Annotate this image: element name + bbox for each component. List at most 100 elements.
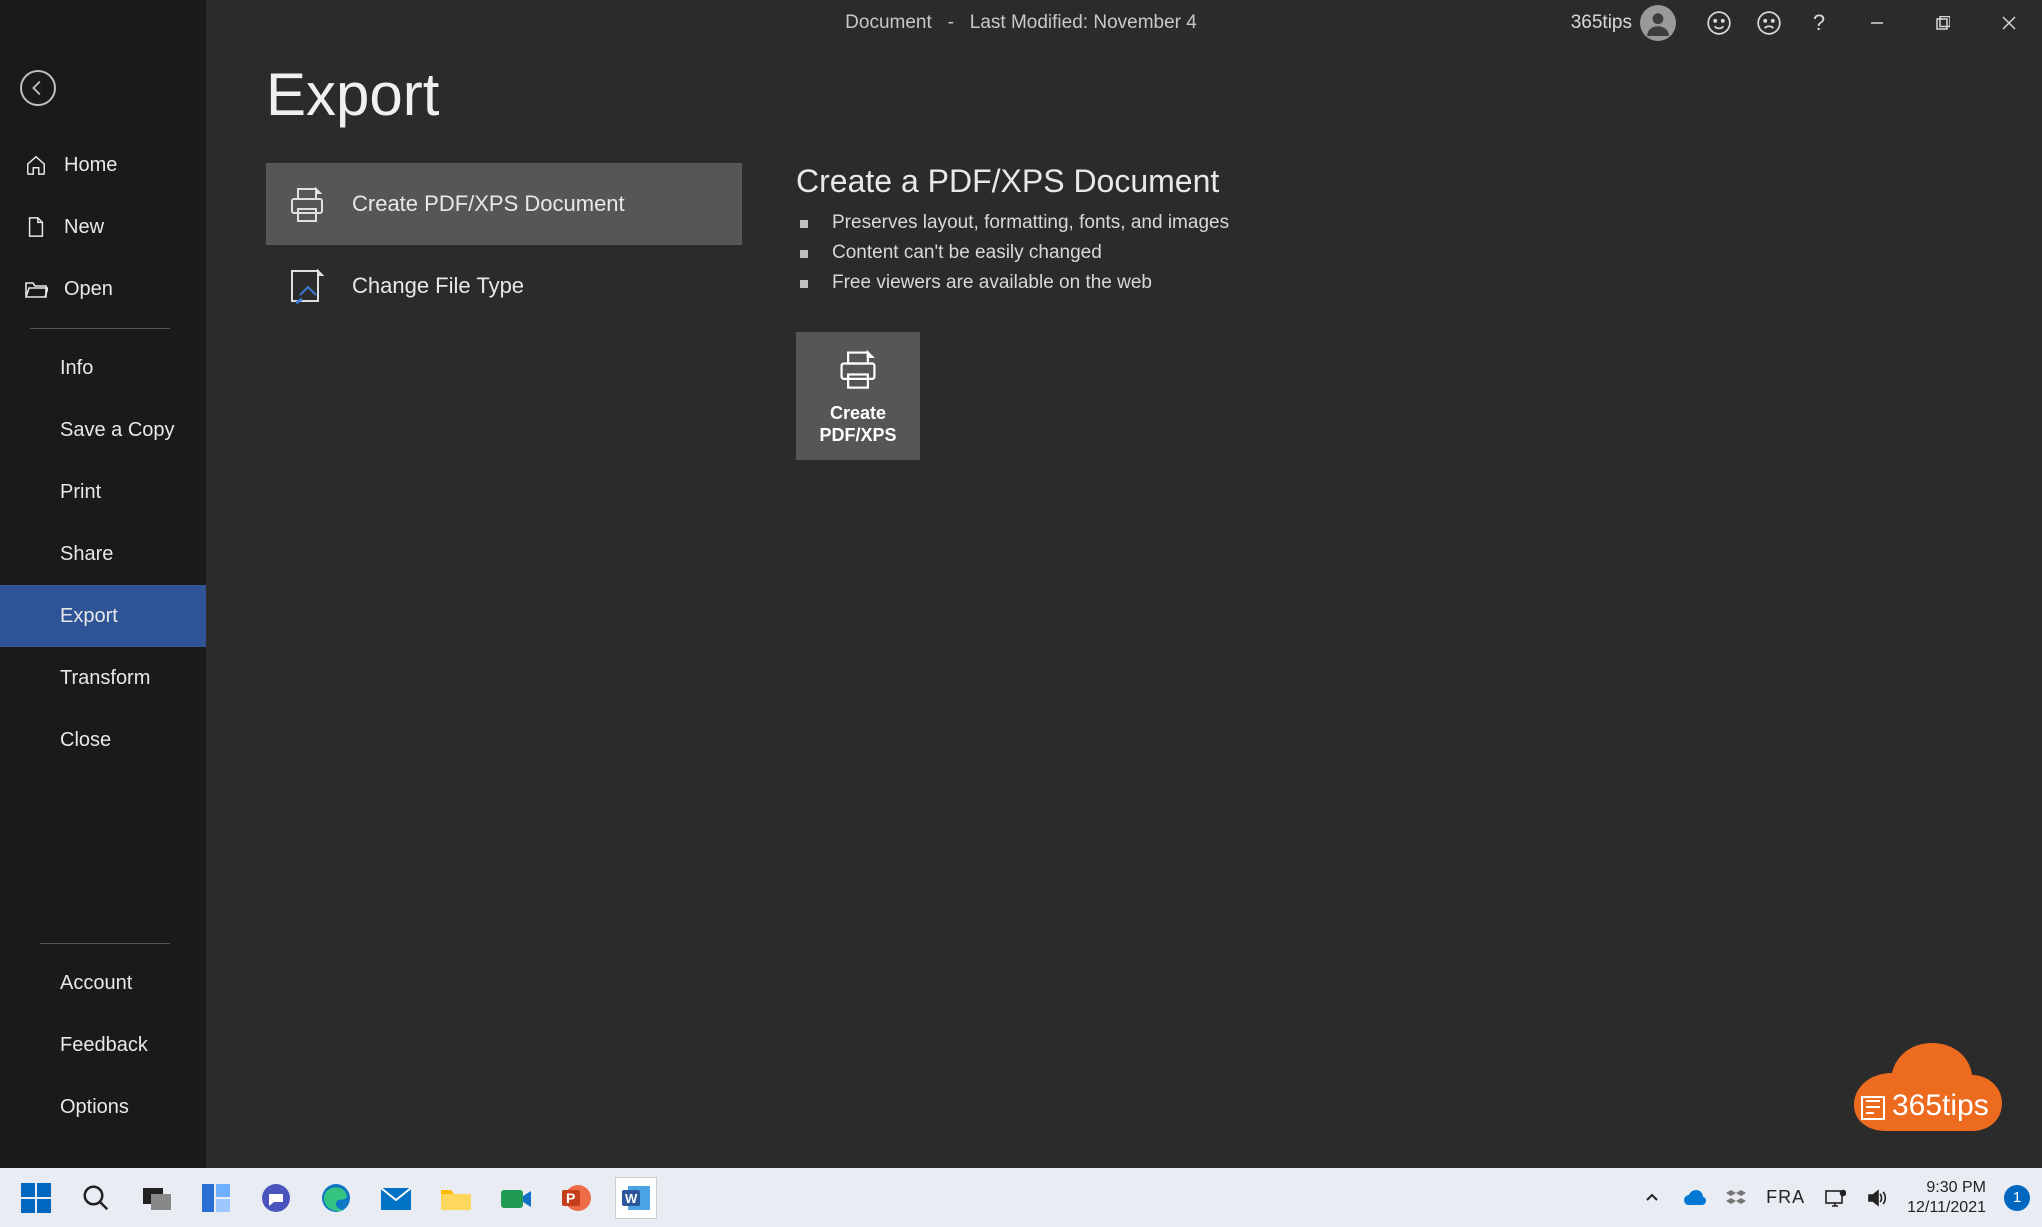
sidebar-item-label: Info bbox=[60, 357, 93, 380]
close-button[interactable] bbox=[1976, 0, 2042, 46]
cloud-badge-365tips: 365tips bbox=[1832, 1041, 2004, 1149]
bullet-icon bbox=[800, 250, 808, 258]
widgets-button[interactable] bbox=[196, 1178, 236, 1218]
network-tray-icon[interactable] bbox=[1823, 1186, 1847, 1210]
notifications-button[interactable]: 1 bbox=[2004, 1185, 2030, 1211]
sidebar-item-label: Print bbox=[60, 481, 101, 504]
widgets-icon bbox=[200, 1182, 232, 1214]
change-filetype-icon bbox=[286, 265, 328, 307]
svg-text:W: W bbox=[625, 1191, 638, 1206]
sidebar-item-new[interactable]: New bbox=[0, 196, 206, 258]
help-button[interactable]: ? bbox=[1794, 0, 1844, 46]
person-icon bbox=[1645, 10, 1671, 36]
edge-icon bbox=[320, 1182, 352, 1214]
sidebar-item-label: Save a Copy bbox=[60, 419, 175, 442]
minimize-button[interactable] bbox=[1844, 0, 1910, 46]
printer-icon bbox=[835, 346, 881, 392]
feedback-smile-button[interactable] bbox=[1694, 0, 1744, 46]
clock[interactable]: 9:30 PM 12/11/2021 bbox=[1907, 1178, 1986, 1216]
chevron-up-icon bbox=[1644, 1190, 1660, 1206]
feedback-sad-button[interactable] bbox=[1744, 0, 1794, 46]
start-button[interactable] bbox=[16, 1178, 56, 1218]
word-button[interactable]: W bbox=[616, 1178, 656, 1218]
smile-icon bbox=[1706, 10, 1732, 36]
mail-icon bbox=[379, 1184, 413, 1212]
bullet-icon bbox=[800, 220, 808, 228]
sidebar-item-label: Transform bbox=[60, 667, 150, 690]
video-icon bbox=[499, 1184, 533, 1212]
sidebar-item-label: Close bbox=[60, 729, 111, 752]
sidebar-item-transform[interactable]: Transform bbox=[0, 647, 206, 709]
sidebar-item-feedback[interactable]: Feedback bbox=[0, 1014, 206, 1076]
details-bullet: Content can't be easily changed bbox=[796, 242, 1982, 264]
mail-button[interactable] bbox=[376, 1178, 416, 1218]
sidebar-item-account[interactable]: Account bbox=[0, 952, 206, 1014]
export-option-filetype[interactable]: Change File Type bbox=[266, 245, 742, 327]
teams-chat-button[interactable] bbox=[256, 1178, 296, 1218]
backstage-sidebar: Home New Open Info Save a Copy Print Sha… bbox=[0, 0, 206, 1168]
clock-time: 9:30 PM bbox=[1907, 1178, 1986, 1197]
sidebar-item-open[interactable]: Open bbox=[0, 258, 206, 320]
export-details: Create a PDF/XPS Document Preserves layo… bbox=[796, 163, 1982, 460]
file-explorer-button[interactable] bbox=[436, 1178, 476, 1218]
minimize-icon bbox=[1870, 16, 1884, 30]
sidebar-item-label: New bbox=[64, 216, 104, 239]
back-button[interactable] bbox=[20, 70, 56, 106]
create-pdfxps-button[interactable]: Create PDF/XPS bbox=[796, 332, 920, 460]
tray-chevron-button[interactable] bbox=[1640, 1186, 1664, 1210]
export-options-list: Create PDF/XPS Document Change File Type bbox=[266, 163, 742, 460]
titlebar-center: Document - Last Modified: November 4 bbox=[845, 12, 1197, 34]
search-button[interactable] bbox=[76, 1178, 116, 1218]
sad-icon bbox=[1756, 10, 1782, 36]
language-indicator[interactable]: FRA bbox=[1766, 1187, 1805, 1208]
details-bullet: Preserves layout, formatting, fonts, and… bbox=[796, 212, 1982, 234]
maximize-icon bbox=[1936, 16, 1950, 30]
sidebar-item-label: Options bbox=[60, 1096, 129, 1119]
sidebar-item-options[interactable]: Options bbox=[0, 1076, 206, 1138]
sidebar-item-print[interactable]: Print bbox=[0, 461, 206, 523]
details-heading: Create a PDF/XPS Document bbox=[796, 163, 1982, 200]
details-bullets: Preserves layout, formatting, fonts, and… bbox=[796, 212, 1982, 294]
last-modified: Last Modified: November 4 bbox=[970, 12, 1197, 33]
chat-icon bbox=[260, 1182, 292, 1214]
sidebar-item-label: Home bbox=[64, 154, 117, 177]
back-arrow-icon bbox=[27, 77, 49, 99]
edge-button[interactable] bbox=[316, 1178, 356, 1218]
sidebar-item-close[interactable]: Close bbox=[0, 709, 206, 771]
sidebar-item-home[interactable]: Home bbox=[0, 134, 206, 196]
sidebar-item-save-copy[interactable]: Save a Copy bbox=[0, 399, 206, 461]
maximize-button[interactable] bbox=[1910, 0, 1976, 46]
notif-count: 1 bbox=[2013, 1189, 2021, 1206]
clock-date: 12/11/2021 bbox=[1907, 1198, 1986, 1217]
open-folder-icon bbox=[24, 277, 48, 301]
user-avatar[interactable] bbox=[1640, 5, 1676, 41]
windows-taskbar: P W FRA 9:30 PM 12/11/2021 1 bbox=[0, 1168, 2042, 1227]
sidebar-divider bbox=[40, 943, 170, 944]
dropbox-tray-icon[interactable] bbox=[1724, 1186, 1748, 1210]
sidebar-item-label: Open bbox=[64, 278, 113, 301]
folder-icon bbox=[439, 1184, 473, 1212]
sidebar-item-export[interactable]: Export bbox=[0, 585, 206, 647]
word-icon: W bbox=[620, 1182, 652, 1214]
volume-tray-icon[interactable] bbox=[1865, 1186, 1889, 1210]
sidebar-item-share[interactable]: Share bbox=[0, 523, 206, 585]
camera-app-button[interactable] bbox=[496, 1178, 536, 1218]
cloud-icon bbox=[1682, 1189, 1706, 1207]
sidebar-divider bbox=[30, 328, 170, 329]
create-button-line1: Create bbox=[830, 402, 886, 425]
document-name: Document bbox=[845, 12, 932, 33]
task-view-button[interactable] bbox=[136, 1178, 176, 1218]
windows-logo-icon bbox=[19, 1181, 53, 1215]
powerpoint-button[interactable]: P bbox=[556, 1178, 596, 1218]
svg-text:P: P bbox=[566, 1190, 575, 1206]
pdf-printer-icon bbox=[286, 183, 328, 225]
export-option-label: Change File Type bbox=[352, 273, 524, 299]
onedrive-tray-icon[interactable] bbox=[1682, 1186, 1706, 1210]
export-option-pdfxps[interactable]: Create PDF/XPS Document bbox=[266, 163, 742, 245]
taskview-icon bbox=[141, 1184, 171, 1212]
create-button-line2: PDF/XPS bbox=[819, 424, 896, 447]
sidebar-item-info[interactable]: Info bbox=[0, 337, 206, 399]
sidebar-item-label: Account bbox=[60, 972, 132, 995]
search-icon bbox=[81, 1183, 111, 1213]
home-icon bbox=[24, 153, 48, 177]
